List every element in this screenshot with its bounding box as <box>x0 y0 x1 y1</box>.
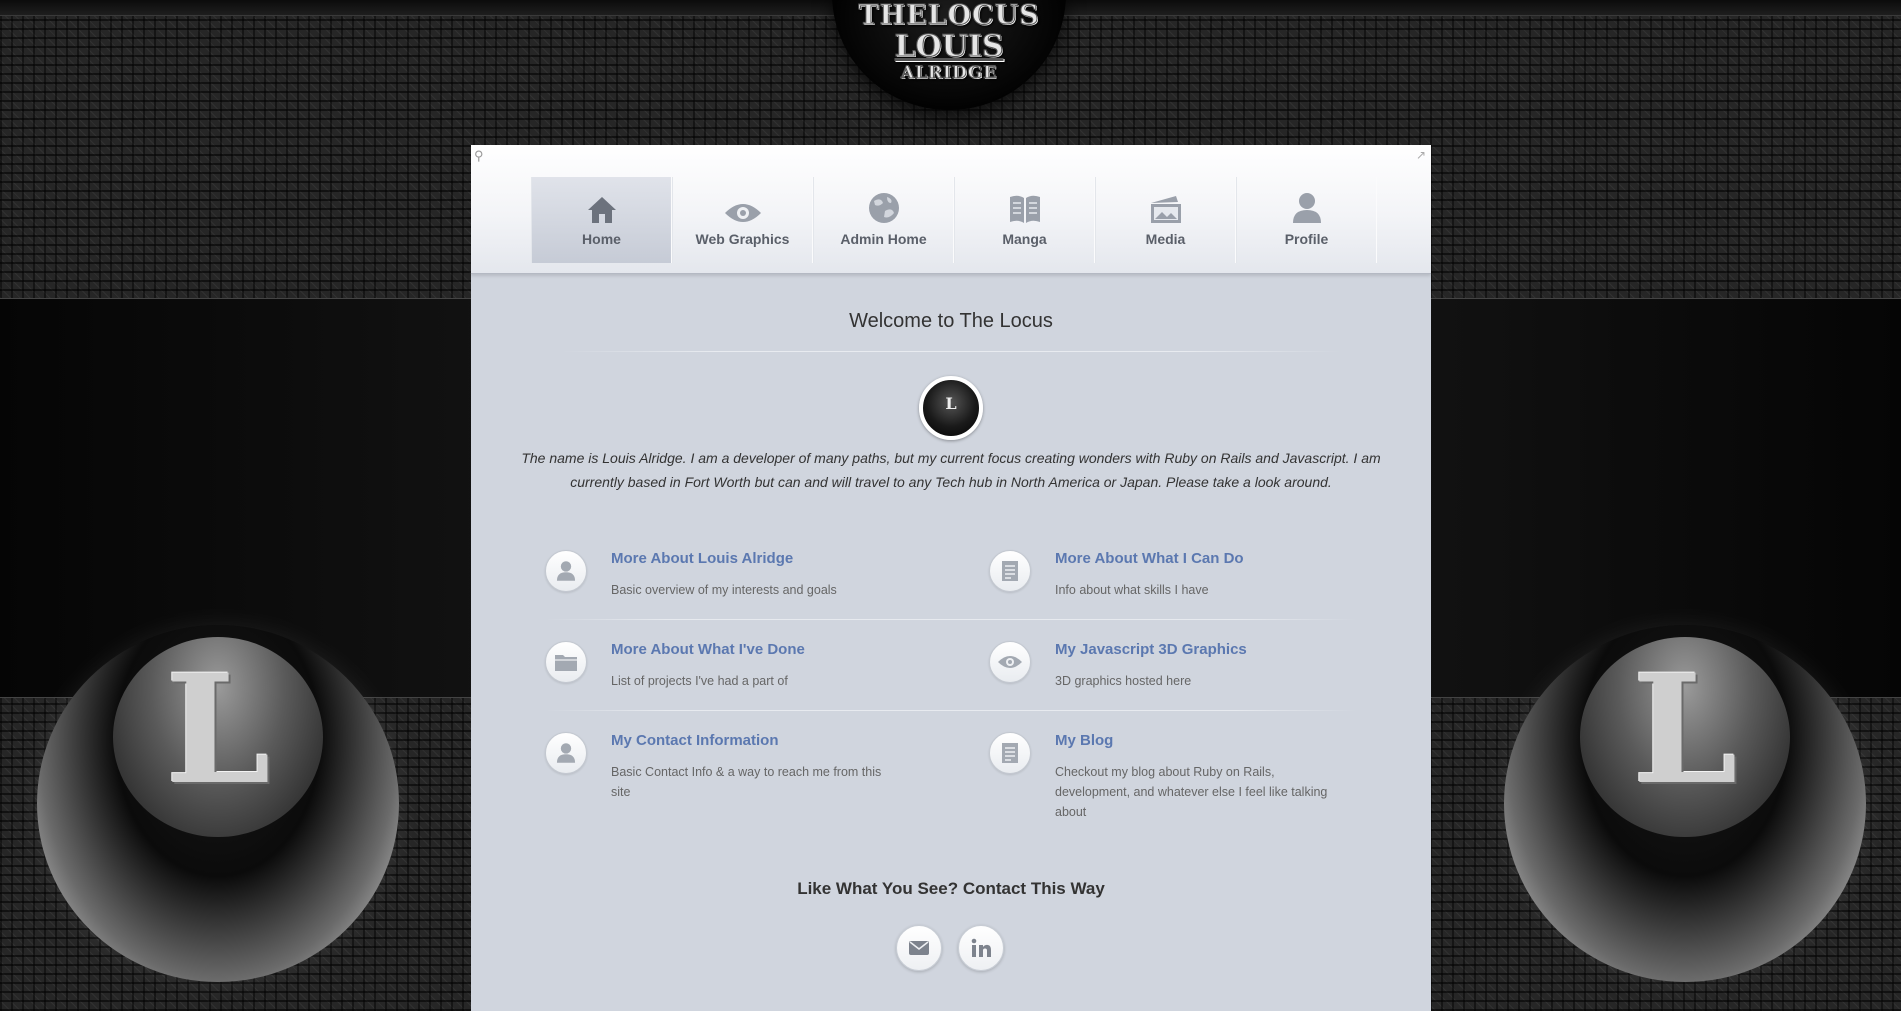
user-icon <box>545 732 587 774</box>
logo-line-1: THELOCUS <box>858 0 1040 31</box>
avatar: L <box>919 376 983 440</box>
feature-divider <box>545 710 1357 711</box>
contact-heading: Like What You See? Contact This Way <box>797 879 1105 898</box>
user-icon <box>545 550 587 592</box>
page-title: Welcome to The Locus <box>849 310 1053 332</box>
nav-label: Profile <box>1284 231 1329 247</box>
document-icon <box>989 732 1031 774</box>
nav-label: Web Graphics <box>695 231 790 247</box>
nav-label: Admin Home <box>840 231 927 247</box>
top-navigation: ⚲ ↗ Home Web Graphics Admin Home Manga M… <box>471 145 1431 274</box>
nav-item-home[interactable]: Home <box>531 177 672 263</box>
nav-label: Manga <box>1002 231 1047 247</box>
folder-icon <box>545 641 587 683</box>
feature-title[interactable]: More About Louis Alridge <box>611 550 793 567</box>
picture-icon <box>1096 177 1235 225</box>
divider <box>561 351 1341 352</box>
logo-line-2: LOUIS <box>894 29 1004 64</box>
eye-icon <box>673 177 812 225</box>
nav-item-manga[interactable]: Manga <box>954 177 1095 263</box>
feature-title[interactable]: More About What I Can Do <box>1055 550 1244 567</box>
nav-item-profile[interactable]: Profile <box>1236 177 1377 263</box>
feature-description: Basic Contact Info & a way to reach me f… <box>611 765 882 799</box>
emblem-letter: L <box>165 642 271 818</box>
feature-description: Info about what skills I have <box>1055 583 1209 597</box>
feature-title[interactable]: My Javascript 3D Graphics <box>1055 641 1247 658</box>
intro-text: The name is Louis Alridge. I am a develo… <box>521 450 1381 490</box>
home-icon <box>532 177 671 225</box>
expand-icon[interactable]: ↗ <box>1416 148 1426 162</box>
email-icon <box>909 941 929 955</box>
user-icon <box>1237 177 1376 225</box>
feature-description: Basic overview of my interests and goals <box>611 583 837 597</box>
email-button[interactable] <box>896 925 942 971</box>
emblem-left: L <box>37 625 399 982</box>
feature-divider <box>545 619 1357 620</box>
emblem-right: L <box>1504 625 1866 982</box>
main-panel: ⚲ ↗ Home Web Graphics Admin Home Manga M… <box>471 145 1431 1011</box>
search-icon[interactable]: ⚲ <box>474 148 484 164</box>
feature-title[interactable]: My Blog <box>1055 732 1113 749</box>
eye-icon <box>989 641 1031 683</box>
book-icon <box>955 177 1094 225</box>
nav-label: Media <box>1145 231 1186 247</box>
feature-title[interactable]: More About What I've Done <box>611 641 805 658</box>
linkedin-icon <box>971 938 991 957</box>
linkedin-button[interactable] <box>958 925 1004 971</box>
emblem-letter: L <box>1632 642 1738 818</box>
document-icon <box>989 550 1031 592</box>
feature-description: List of projects I've had a part of <box>611 674 788 688</box>
nav-item-admin-home[interactable]: Admin Home <box>813 177 954 263</box>
nav-label: Home <box>582 231 621 247</box>
feature-title[interactable]: My Contact Information <box>611 732 779 749</box>
nav-item-media[interactable]: Media <box>1095 177 1236 263</box>
feature-description: Checkout my blog about Ruby on Rails, de… <box>1055 765 1328 819</box>
globe-icon <box>814 177 953 225</box>
logo-line-3: ALRIDGE <box>900 63 998 83</box>
site-logo[interactable]: THELOCUS LOUIS ALRIDGE <box>832 0 1066 110</box>
nav-item-web-graphics[interactable]: Web Graphics <box>672 177 813 263</box>
feature-description: 3D graphics hosted here <box>1055 674 1192 688</box>
